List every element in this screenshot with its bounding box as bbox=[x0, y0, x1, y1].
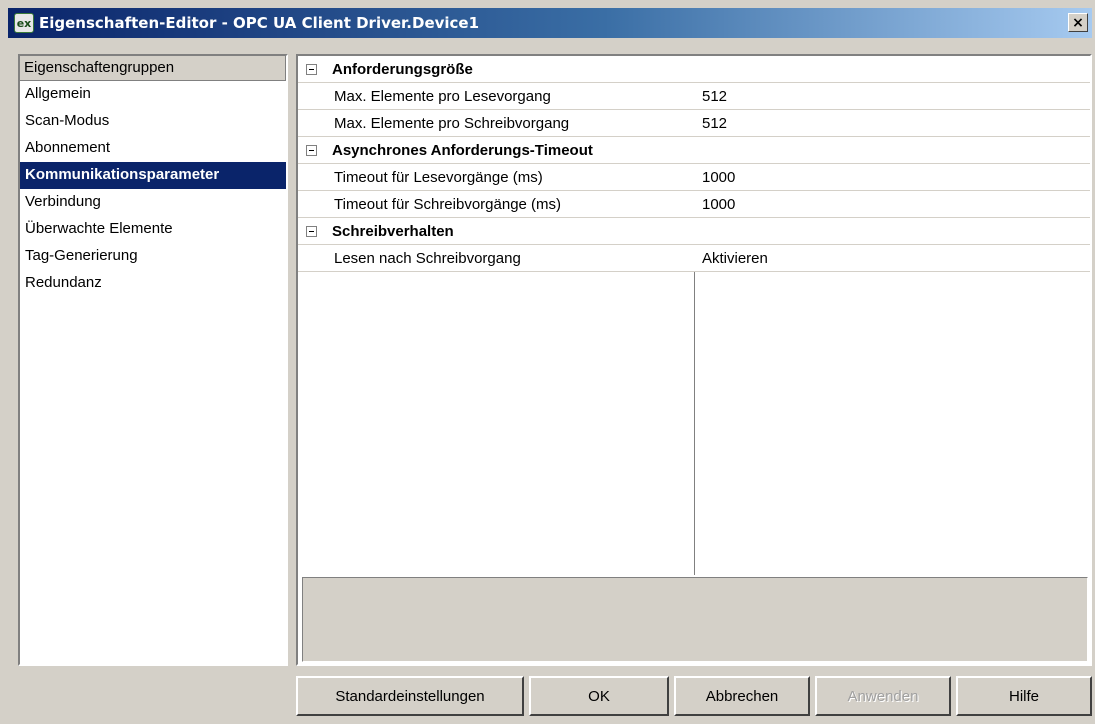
group-row-timeout[interactable]: Asynchrones Anforderungs-Timeout bbox=[298, 137, 1090, 164]
group-title: Schreibverhalten bbox=[332, 222, 454, 240]
help-button[interactable]: Hilfe bbox=[956, 676, 1092, 716]
sidebar-item-redundanz[interactable]: Redundanz bbox=[20, 270, 286, 297]
title-bar: ex Eigenschaften-Editor - OPC UA Client … bbox=[8, 8, 1092, 38]
collapse-icon[interactable] bbox=[306, 225, 317, 237]
description-area bbox=[302, 577, 1088, 662]
collapse-icon[interactable] bbox=[306, 144, 317, 156]
property-value[interactable]: Aktivieren bbox=[694, 250, 768, 267]
sidebar-item-scan-modus[interactable]: Scan-Modus bbox=[20, 108, 286, 135]
sidebar-item-tag-generierung[interactable]: Tag-Generierung bbox=[20, 243, 286, 270]
property-row[interactable]: Timeout für Lesevorgänge (ms) 1000 bbox=[298, 164, 1090, 191]
property-name: Max. Elemente pro Schreibvorgang bbox=[334, 114, 570, 132]
property-name: Lesen nach Schreibvorgang bbox=[334, 249, 521, 267]
apply-button[interactable]: Anwenden bbox=[815, 676, 951, 716]
property-grid: Anforderungsgröße Max. Elemente pro Lese… bbox=[298, 56, 1090, 575]
property-value[interactable]: 1000 bbox=[694, 196, 735, 213]
defaults-button[interactable]: Standardeinstellungen bbox=[296, 676, 524, 716]
property-row[interactable]: Max. Elemente pro Schreibvorgang 512 bbox=[298, 110, 1090, 137]
property-row[interactable]: Timeout für Schreibvorgänge (ms) 1000 bbox=[298, 191, 1090, 218]
window-title: Eigenschaften-Editor - OPC UA Client Dri… bbox=[39, 14, 480, 32]
sidebar-item-verbindung[interactable]: Verbindung bbox=[20, 189, 286, 216]
group-title: Anforderungsgröße bbox=[332, 60, 473, 78]
property-groups-panel: Eigenschaftengruppen Allgemein Scan-Modu… bbox=[18, 54, 288, 666]
sidebar-item-abonnement[interactable]: Abonnement bbox=[20, 135, 286, 162]
close-button[interactable]: × bbox=[1068, 13, 1088, 32]
ok-button[interactable]: OK bbox=[529, 676, 669, 716]
cancel-button[interactable]: Abbrechen bbox=[674, 676, 810, 716]
group-row-schreibverhalten[interactable]: Schreibverhalten bbox=[298, 218, 1090, 245]
property-name: Max. Elemente pro Lesevorgang bbox=[334, 87, 551, 105]
sidebar-item-ueberwachte-elemente[interactable]: Überwachte Elemente bbox=[20, 216, 286, 243]
property-name: Timeout für Lesevorgänge (ms) bbox=[334, 168, 543, 186]
property-value[interactable]: 512 bbox=[694, 115, 727, 132]
group-row-anforderungsgroesse[interactable]: Anforderungsgröße bbox=[298, 56, 1090, 83]
property-name: Timeout für Schreibvorgänge (ms) bbox=[334, 195, 562, 213]
property-value[interactable]: 1000 bbox=[694, 169, 735, 186]
property-value[interactable]: 512 bbox=[694, 88, 727, 105]
app-icon: ex bbox=[14, 13, 34, 33]
property-groups-header: Eigenschaftengruppen bbox=[20, 56, 286, 81]
sidebar-item-kommunikationsparameter[interactable]: Kommunikationsparameter bbox=[20, 162, 286, 189]
property-grid-panel: Anforderungsgröße Max. Elemente pro Lese… bbox=[296, 54, 1092, 666]
sidebar-item-allgemein[interactable]: Allgemein bbox=[20, 81, 286, 108]
group-title: Asynchrones Anforderungs-Timeout bbox=[332, 141, 593, 159]
property-row[interactable]: Lesen nach Schreibvorgang Aktivieren bbox=[298, 245, 1090, 272]
property-row[interactable]: Max. Elemente pro Lesevorgang 512 bbox=[298, 83, 1090, 110]
close-icon: × bbox=[1072, 14, 1084, 31]
collapse-icon[interactable] bbox=[306, 63, 317, 75]
